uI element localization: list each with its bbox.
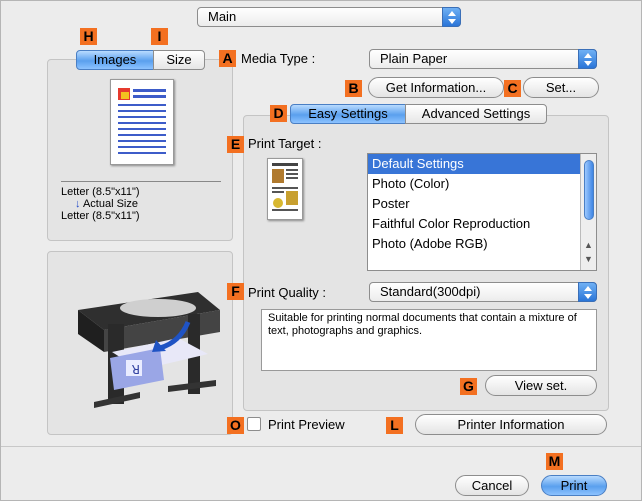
- main-popup[interactable]: Main: [197, 7, 461, 27]
- media-type-label: Media Type :: [241, 51, 316, 66]
- paper-size-output: Letter (8.5"x11"): [61, 210, 140, 222]
- marker-d: D: [270, 105, 287, 122]
- print-quality-select[interactable]: Standard(300dpi): [369, 282, 597, 302]
- print-target-thumbnail: [267, 158, 303, 220]
- marker-i: I: [151, 28, 168, 45]
- print-dialog: Main H I Images Size Letter (8.5"x11") ↓…: [0, 0, 642, 501]
- popup-arrows-icon: [578, 49, 597, 69]
- print-quality-label: Print Quality :: [248, 285, 327, 300]
- list-item[interactable]: Poster: [368, 194, 596, 214]
- print-target-list[interactable]: Default Settings Photo (Color) Poster Fa…: [367, 153, 597, 271]
- printer-image-group: R: [47, 251, 233, 435]
- tab-easy-settings[interactable]: Easy Settings: [290, 104, 406, 124]
- marker-c: C: [504, 80, 521, 97]
- scale-label: Actual Size: [82, 198, 138, 210]
- marker-g: G: [460, 378, 477, 395]
- print-button[interactable]: Print: [541, 475, 607, 496]
- media-type-select[interactable]: Plain Paper: [369, 49, 597, 69]
- list-item[interactable]: Default Settings: [368, 154, 596, 174]
- marker-o: O: [227, 417, 244, 434]
- list-item[interactable]: Faithful Color Reproduction: [368, 214, 596, 234]
- list-item[interactable]: Photo (Adobe RGB): [368, 234, 596, 254]
- marker-e: E: [227, 136, 244, 153]
- printer-information-button[interactable]: Printer Information: [415, 414, 607, 435]
- popup-arrows-icon: [578, 282, 597, 302]
- print-preview-checkbox[interactable]: [247, 417, 261, 431]
- media-type-value: Plain Paper: [380, 51, 448, 66]
- marker-m: M: [546, 453, 563, 470]
- target-preview-icon: [272, 163, 298, 211]
- view-set-button[interactable]: View set.: [485, 375, 597, 396]
- separator: [1, 446, 641, 447]
- popup-arrows-icon: [442, 7, 461, 27]
- cancel-button[interactable]: Cancel: [455, 475, 529, 496]
- printer-illustration-icon: R: [78, 292, 220, 408]
- paper-thumbnail: [110, 79, 174, 165]
- print-target-label: Print Target :: [248, 136, 322, 151]
- marker-f: F: [227, 283, 244, 300]
- set-button[interactable]: Set...: [523, 77, 599, 98]
- list-item[interactable]: Photo (Color): [368, 174, 596, 194]
- document-preview-icon: [118, 88, 166, 154]
- scroll-down-icon[interactable]: ▼: [584, 254, 593, 264]
- print-quality-value: Standard(300dpi): [380, 284, 481, 299]
- tab-size[interactable]: Size: [153, 50, 205, 70]
- main-popup-value: Main: [208, 9, 237, 24]
- scroll-up-icon[interactable]: ▲: [584, 240, 593, 250]
- divider: [61, 181, 221, 182]
- paper-size-source: Letter (8.5"x11"): [61, 186, 140, 198]
- marker-h: H: [80, 28, 97, 45]
- list-scrollbar[interactable]: ▲ ▼: [580, 154, 596, 270]
- arrow-down-icon: ↓: [75, 198, 81, 210]
- svg-text:R: R: [132, 362, 140, 376]
- marker-l: L: [386, 417, 403, 434]
- marker-b: B: [345, 80, 362, 97]
- scroll-thumb[interactable]: [584, 160, 594, 220]
- tab-images[interactable]: Images: [76, 50, 154, 70]
- scale-info: ↓ Actual Size: [75, 198, 138, 210]
- marker-a: A: [219, 50, 236, 67]
- print-preview-label: Print Preview: [268, 417, 345, 432]
- tab-advanced-settings[interactable]: Advanced Settings: [405, 104, 547, 124]
- description-box: Suitable for printing normal documents t…: [261, 309, 597, 371]
- get-information-button[interactable]: Get Information...: [368, 77, 504, 98]
